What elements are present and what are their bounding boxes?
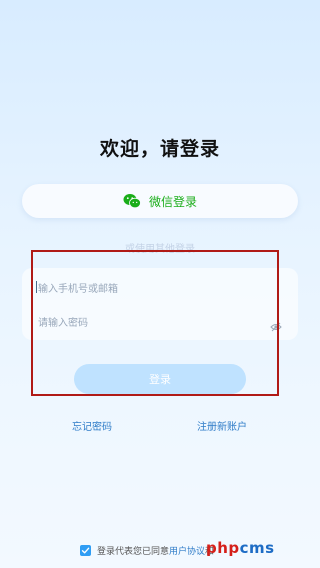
wechat-login-label: 微信登录 <box>148 194 197 209</box>
agreement-text: 登录代表您已同意 <box>97 547 170 557</box>
account-input[interactable] <box>36 278 288 300</box>
agreement-checkbox[interactable] <box>80 545 91 556</box>
password-input[interactable] <box>36 312 266 334</box>
page-title: 欢迎，请登录 <box>99 138 220 160</box>
wechat-icon <box>123 193 141 209</box>
register-link[interactable]: 注册新账户 <box>190 418 254 433</box>
forgot-password-link[interactable]: 忘记密码 <box>60 418 124 433</box>
login-form <box>22 268 298 340</box>
text-cursor <box>36 281 37 293</box>
checkmark-icon <box>81 547 90 554</box>
agreement-row: 登录代表您已同意用户协议和 <box>80 544 214 557</box>
watermark-part1: php <box>206 539 240 557</box>
watermark-part2: cms <box>239 539 275 557</box>
user-agreement-link[interactable]: 用户协议 <box>169 547 205 557</box>
eye-hidden-icon[interactable] <box>270 317 282 332</box>
other-login-text[interactable]: 或使用其他登录 <box>0 240 320 255</box>
watermark: phpcms <box>206 539 275 557</box>
login-button[interactable]: 登录 <box>74 364 246 394</box>
wechat-login-button[interactable]: 微信登录 <box>22 184 298 218</box>
